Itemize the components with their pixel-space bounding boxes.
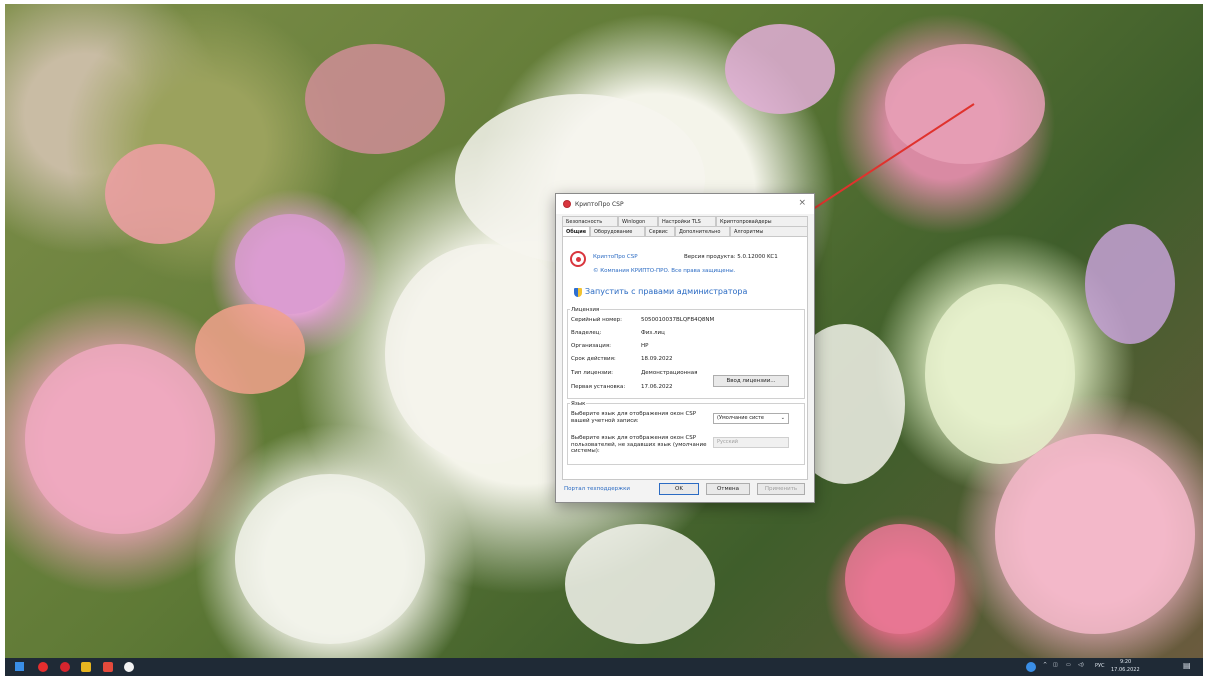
chevron-down-icon: ⌄	[780, 415, 785, 421]
tab-cryptoproviders[interactable]: Криптопровайдеры	[716, 216, 808, 226]
tab-general[interactable]: Общие	[562, 226, 590, 236]
expiry-label: Срок действия:	[571, 356, 616, 362]
flower-decoration	[565, 524, 715, 644]
clock-time[interactable]: 9:20	[1120, 659, 1131, 665]
flower-decoration	[925, 284, 1075, 464]
product-version: Версия продукта: 5.0.12000 KC1	[684, 254, 778, 260]
tab-security[interactable]: Безопасность	[562, 216, 618, 226]
account-language-label: Выберите язык для отображения окон CSP в…	[571, 411, 697, 424]
tab-advanced[interactable]: Дополнительно	[675, 226, 730, 236]
tray-chevron-icon[interactable]: ^	[1043, 662, 1047, 668]
flower-decoration	[1085, 224, 1175, 344]
flower-decoration	[305, 44, 445, 154]
tab-hardware[interactable]: Оборудование	[590, 226, 645, 236]
yandex-browser-icon[interactable]	[38, 662, 48, 672]
serial-value: 5050010037BLQFB4Q8NM	[641, 317, 715, 323]
vivaldi-icon[interactable]	[60, 662, 70, 672]
flower-decoration	[105, 144, 215, 244]
organization-label: Организация:	[571, 343, 612, 349]
flower-decoration	[25, 344, 215, 534]
network-icon[interactable]: ◫	[1053, 662, 1058, 668]
tray-app-icon[interactable]	[1026, 662, 1036, 672]
windows-start-icon[interactable]	[15, 662, 24, 671]
app-icon[interactable]	[103, 662, 113, 672]
enter-license-button[interactable]: Ввод лицензии...	[713, 375, 789, 387]
volume-icon[interactable]: ◁)	[1078, 662, 1084, 668]
flower-decoration	[235, 214, 345, 314]
account-language-value: (Умолчание систе	[717, 415, 764, 421]
first-install-value: 17.06.2022	[641, 384, 673, 390]
dialog-title: КриптоПро CSP	[575, 201, 624, 208]
flower-decoration	[195, 304, 305, 394]
tab-row-bottom: Общие Оборудование Сервис Дополнительно …	[562, 226, 808, 236]
language-group-title: Язык	[570, 401, 587, 407]
users-language-value: Русский	[717, 439, 738, 445]
license-group-title: Лицензия	[570, 307, 601, 313]
tab-tls-settings[interactable]: Настройки TLS	[658, 216, 716, 226]
tab-algorithms[interactable]: Алгоритмы	[730, 226, 808, 236]
tab-service[interactable]: Сервис	[645, 226, 675, 236]
users-language-select[interactable]: Русский	[713, 437, 789, 448]
users-language-label: Выберите язык для отображения окон CSP п…	[571, 435, 707, 454]
owner-value: Физ.лиц	[641, 330, 665, 336]
flower-decoration	[235, 474, 425, 644]
battery-icon[interactable]: ▭	[1066, 662, 1071, 668]
flower-decoration	[885, 44, 1045, 164]
cancel-button[interactable]: Отмена	[706, 483, 750, 495]
tab-panel-general: КриптоПро CSP Версия продукта: 5.0.12000…	[562, 236, 808, 480]
copyright-link[interactable]: © Компания КРИПТО-ПРО. Все права защищен…	[593, 268, 735, 274]
flower-decoration	[845, 524, 955, 634]
flower-decoration	[725, 24, 835, 114]
account-language-select[interactable]: (Умолчание систе ⌄	[713, 413, 789, 424]
product-name-link[interactable]: КриптоПро CSP	[593, 254, 638, 260]
file-explorer-icon[interactable]	[81, 662, 91, 672]
cryptopro-product-icon	[570, 251, 586, 267]
language-indicator[interactable]: РУС	[1095, 663, 1105, 669]
clock-date[interactable]: 17.06.2022	[1111, 667, 1140, 673]
notifications-icon[interactable]: ▤	[1183, 661, 1191, 670]
license-type-label: Тип лицензии:	[571, 370, 614, 376]
cryptopro-taskbar-icon[interactable]	[124, 662, 134, 672]
apply-button[interactable]: Применить	[757, 483, 805, 495]
owner-label: Владелец:	[571, 330, 602, 336]
shield-icon	[574, 288, 582, 297]
tab-row-top: Безопасность Winlogon Настройки TLS Крип…	[562, 216, 808, 226]
flower-decoration	[995, 434, 1195, 634]
close-icon[interactable]: ×	[798, 198, 806, 208]
cryptopro-logo-icon	[563, 200, 571, 208]
ok-button[interactable]: OK	[659, 483, 699, 495]
tab-winlogon[interactable]: Winlogon	[618, 216, 658, 226]
support-portal-link[interactable]: Портал техподдержки	[564, 486, 630, 492]
expiry-value: 18.09.2022	[641, 356, 673, 362]
dialog-titlebar: КриптоПро CSP ×	[556, 194, 814, 214]
first-install-label: Первая установка:	[571, 384, 626, 390]
license-type-value: Демонстрационная	[641, 370, 698, 376]
run-as-admin-link[interactable]: Запустить с правами администратора	[585, 287, 747, 296]
organization-value: HP	[641, 343, 649, 349]
cryptopro-dialog: КриптоПро CSP × Безопасность Winlogon На…	[555, 193, 815, 503]
serial-label: Серийный номер:	[571, 317, 622, 323]
taskbar: ^ ◫ ▭ ◁) РУС 9:20 17.06.2022 ▤	[5, 658, 1203, 676]
